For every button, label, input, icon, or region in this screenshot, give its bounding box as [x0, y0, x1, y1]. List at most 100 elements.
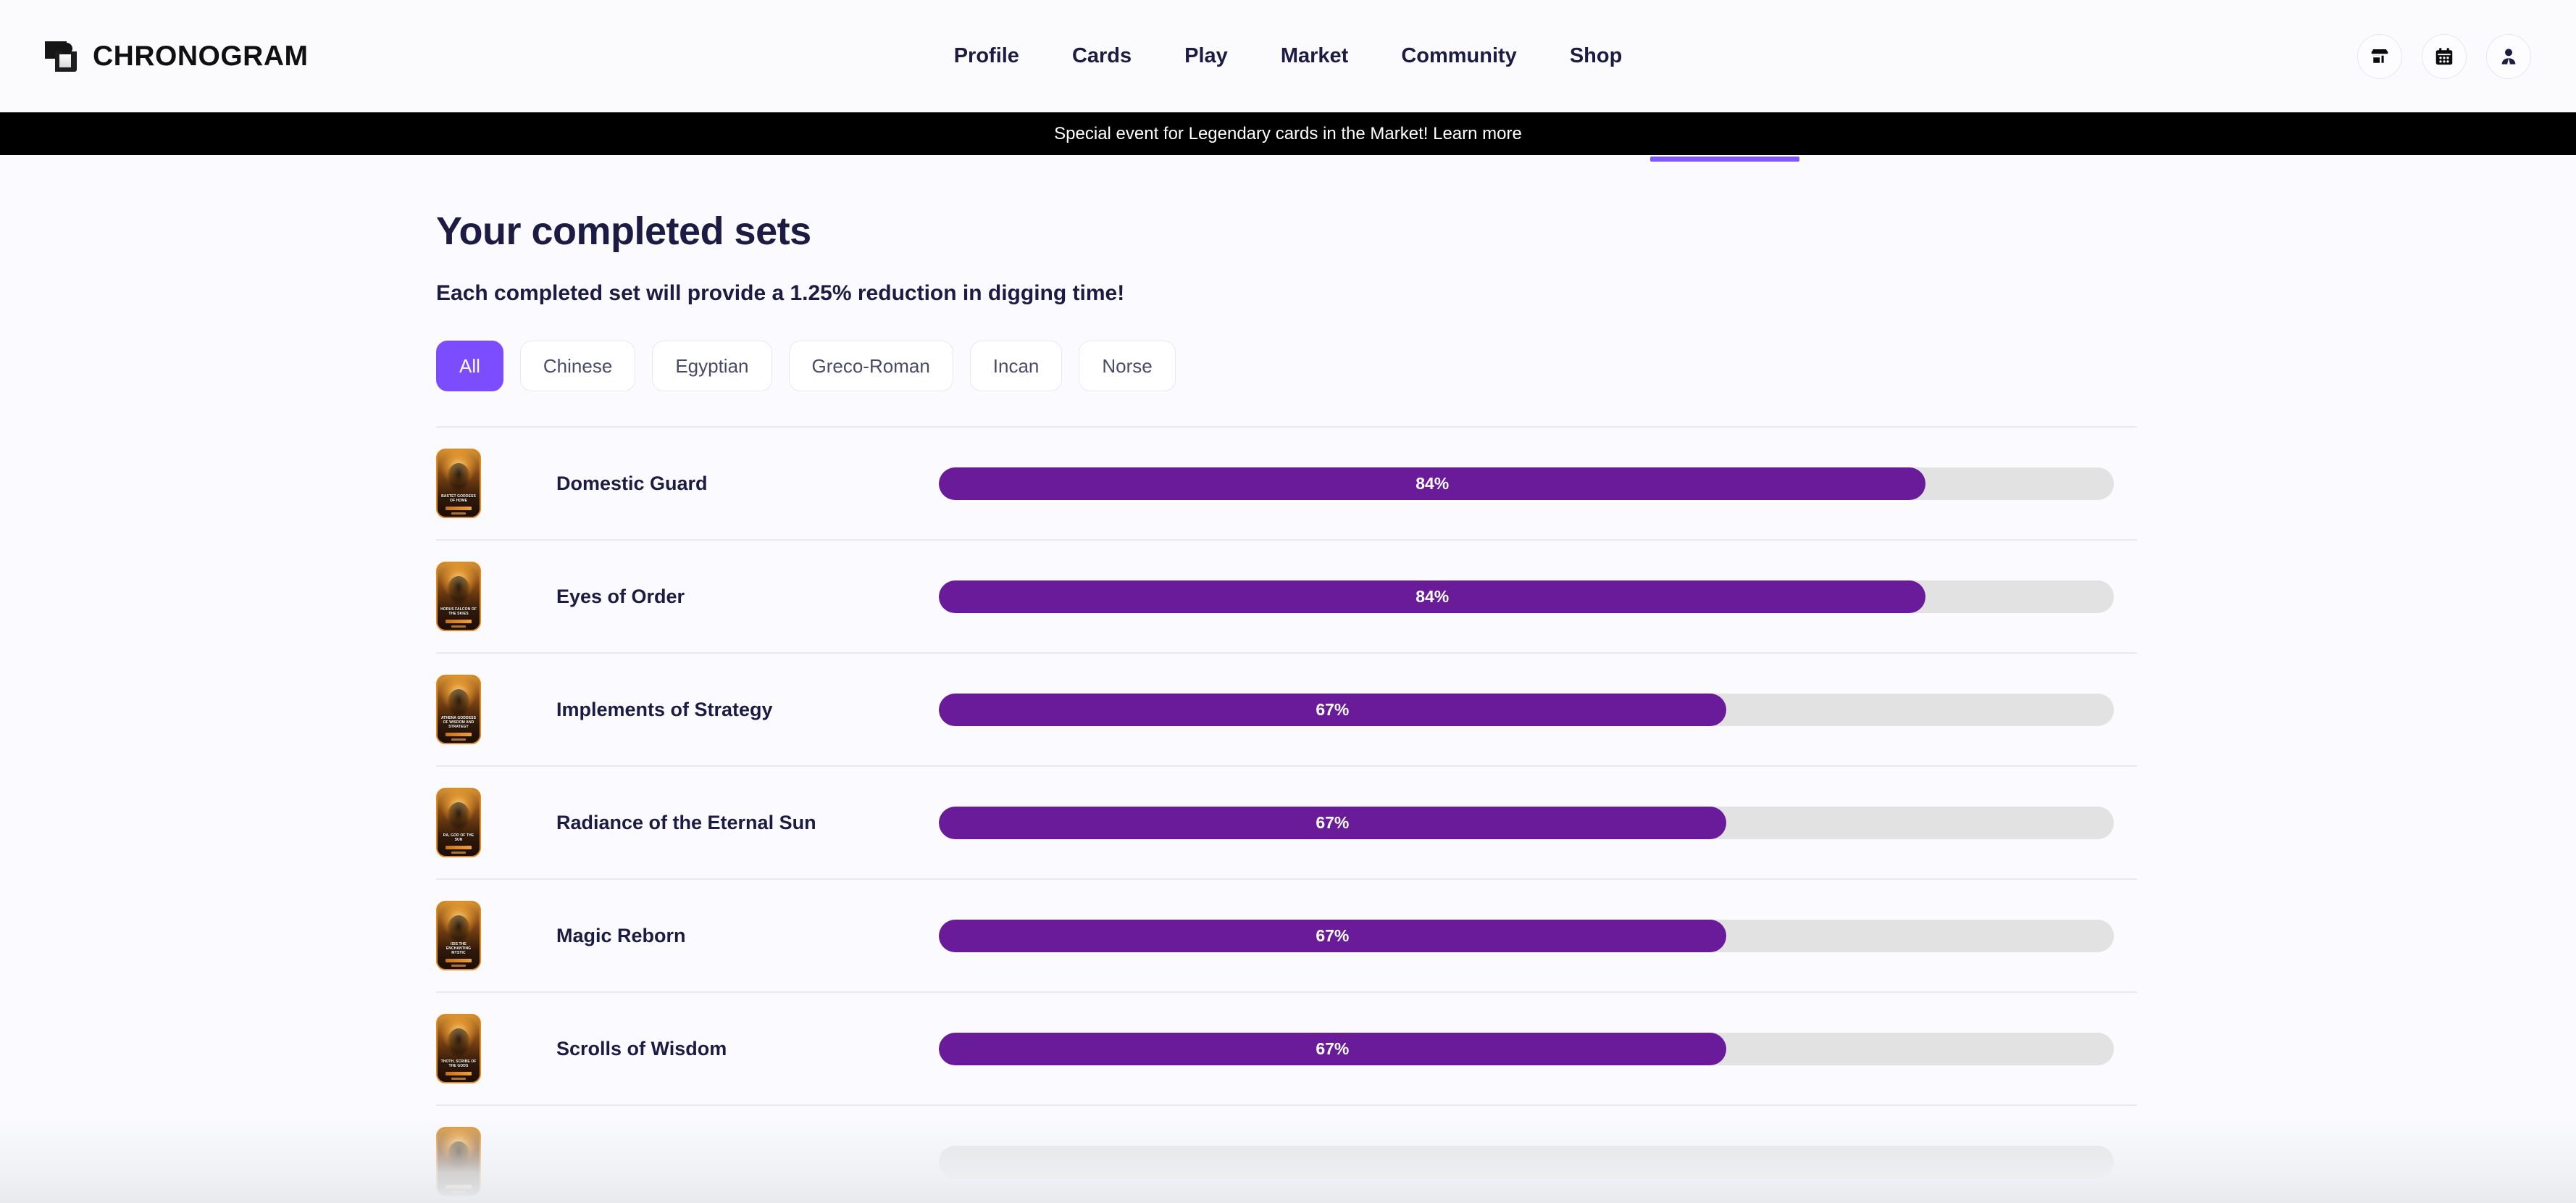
set-name: Radiance of the Eternal Sun [556, 811, 816, 833]
card-rarity-bar [446, 620, 472, 623]
set-row[interactable]: HORUS FALCON OF THE SKIES Eyes of Order 84… [436, 541, 2137, 654]
nav-item-shop[interactable]: Shop [1570, 44, 1623, 68]
filter-pill-chinese[interactable]: Chinese [519, 341, 636, 391]
set-progress-label: 67% [1316, 812, 1350, 832]
set-progress-track[interactable]: 84% [939, 467, 2114, 500]
set-progress-fill: 67% [939, 693, 1726, 726]
card-rarity-bar [446, 1185, 472, 1189]
set-progress-fill: 67% [939, 1032, 1726, 1065]
nav-item-play[interactable]: Play [1184, 44, 1228, 68]
set-name: Implements of Strategy [556, 698, 773, 720]
set-progress-label: 67% [1316, 699, 1350, 719]
user-icon-button[interactable] [2486, 33, 2531, 79]
card-caption: ATHENA GODDESS OF WISDOM AND STRATEGY [440, 716, 477, 730]
user-icon [2501, 48, 2516, 64]
card-rarity-bar-secondary [451, 625, 466, 628]
subnav-strip [0, 155, 2576, 164]
set-name: Magic Reborn [556, 924, 686, 946]
set-row[interactable] [436, 1106, 2137, 1203]
filter-pill-all[interactable]: All [436, 341, 503, 391]
set-progress-fill: 67% [939, 919, 1726, 952]
card-rarity-bar-secondary [451, 512, 466, 515]
filter-pill-greco-roman[interactable]: Greco-Roman [788, 341, 953, 391]
card-caption: HORUS FALCON OF THE SKIES [440, 607, 477, 617]
card-caption: RA, GOD OF THE SUN [443, 833, 474, 843]
set-card-thumbnail[interactable]: ISIS THE ENCHANTING MYSTIC [436, 901, 481, 970]
card-caption: ISIS THE ENCHANTING MYSTIC [446, 942, 472, 956]
chronogram-mark-icon [45, 40, 78, 73]
page-title: Your completed sets [436, 209, 811, 253]
set-card-thumbnail[interactable]: RA, GOD OF THE SUN [436, 788, 481, 857]
filter-pill-group: All Chinese Egyptian Greco-Roman Incan N… [436, 341, 2576, 391]
brand-name: CHRONOGRAM [93, 40, 309, 72]
set-progress-track[interactable]: 84% [939, 580, 2114, 613]
set-progress-track[interactable]: 67% [939, 1032, 2114, 1065]
filter-pill-incan[interactable]: Incan [969, 341, 1063, 391]
app-header: CHRONOGRAM Profile Cards Play Market Com… [0, 0, 2576, 112]
set-progress-label: 67% [1316, 925, 1350, 945]
card-rarity-bar [446, 1072, 472, 1075]
set-card-thumbnail[interactable]: HORUS FALCON OF THE SKIES [436, 562, 481, 631]
set-progress-track[interactable]: 67% [939, 919, 2114, 952]
set-progress-wrap: 67% [939, 806, 2137, 839]
card-rarity-bar-secondary [451, 1191, 466, 1193]
set-card-thumbnail[interactable]: BASTET GODDESS OF HOME [436, 449, 481, 518]
set-progress-track[interactable]: 67% [939, 806, 2114, 839]
set-progress-track[interactable] [939, 1145, 2114, 1178]
nav-item-profile[interactable]: Profile [954, 44, 1019, 68]
set-progress-label: 84% [1415, 586, 1450, 606]
card-rarity-bar-secondary [451, 738, 466, 741]
set-progress-fill: 84% [939, 580, 1926, 613]
set-progress-wrap: 84% [939, 467, 2137, 500]
set-progress-wrap: 67% [939, 919, 2137, 952]
card-rarity-bar [446, 959, 472, 962]
card-rarity-bar-secondary [451, 852, 466, 854]
set-row[interactable]: RA, GOD OF THE SUN Radiance of the Eterna… [436, 767, 2137, 880]
set-card-thumbnail[interactable]: THOTH, SCRIBE OF THE GODS [436, 1014, 481, 1083]
store-icon [2371, 49, 2388, 63]
set-progress-wrap: 67% [939, 1032, 2137, 1065]
set-progress-fill: 67% [939, 806, 1726, 839]
active-tab-indicator [1650, 157, 1799, 162]
set-progress-wrap: 67% [939, 693, 2137, 726]
main-nav: Profile Cards Play Market Community Shop [954, 44, 1623, 68]
nav-item-community[interactable]: Community [1401, 44, 1517, 68]
set-card-thumbnail[interactable]: ATHENA GODDESS OF WISDOM AND STRATEGY [436, 675, 481, 744]
completed-sets-page: Your completed sets Each completed set w… [0, 164, 2576, 1203]
promo-banner[interactable]: Special event for Legendary cards in the… [0, 112, 2576, 155]
page-subtitle: Each completed set will provide a 1.25% … [436, 281, 1125, 305]
set-name: Eyes of Order [556, 585, 685, 607]
calendar-icon [2435, 47, 2453, 64]
set-name: Domestic Guard [556, 472, 708, 494]
nav-item-cards[interactable]: Cards [1072, 44, 1132, 68]
store-icon-button[interactable] [2357, 33, 2402, 79]
set-row[interactable]: THOTH, SCRIBE OF THE GODS Scrolls of Wisd… [436, 993, 2137, 1106]
completed-sets-list: BASTET GODDESS OF HOME Domestic Guard 84% H… [436, 426, 2137, 1203]
header-actions [2357, 33, 2531, 79]
card-rarity-bar [446, 846, 472, 849]
filter-pill-egyptian[interactable]: Egyptian [652, 341, 772, 391]
card-rarity-bar-secondary [451, 965, 466, 967]
card-rarity-bar [446, 507, 472, 510]
card-rarity-bar [446, 733, 472, 736]
card-rarity-bar-secondary [451, 1078, 466, 1080]
set-row[interactable]: BASTET GODDESS OF HOME Domestic Guard 84% [436, 428, 2137, 541]
card-figure [446, 1141, 472, 1179]
card-caption: THOTH, SCRIBE OF THE GODS [440, 1060, 477, 1069]
set-progress-track[interactable]: 67% [939, 693, 2114, 726]
calendar-icon-button[interactable] [2422, 33, 2467, 79]
set-row[interactable]: ATHENA GODDESS OF WISDOM AND STRATEGY Imp… [436, 654, 2137, 767]
filter-pill-norse[interactable]: Norse [1079, 341, 1176, 391]
main-content: Your completed sets Each completed set w… [0, 164, 2576, 1203]
set-progress-label: 84% [1415, 473, 1450, 493]
set-progress-fill: 84% [939, 467, 1926, 500]
nav-item-market[interactable]: Market [1281, 44, 1349, 68]
brand-logo[interactable]: CHRONOGRAM [45, 40, 308, 73]
card-caption: BASTET GODDESS OF HOME [441, 494, 476, 504]
promo-banner-text: Special event for Legendary cards in the… [1054, 123, 1522, 143]
set-card-thumbnail[interactable] [436, 1127, 481, 1196]
set-progress-wrap: 84% [939, 580, 2137, 613]
set-progress-wrap [939, 1145, 2137, 1178]
set-name: Scrolls of Wisdom [556, 1037, 727, 1060]
set-row[interactable]: ISIS THE ENCHANTING MYSTIC Magic Reborn 67… [436, 880, 2137, 993]
